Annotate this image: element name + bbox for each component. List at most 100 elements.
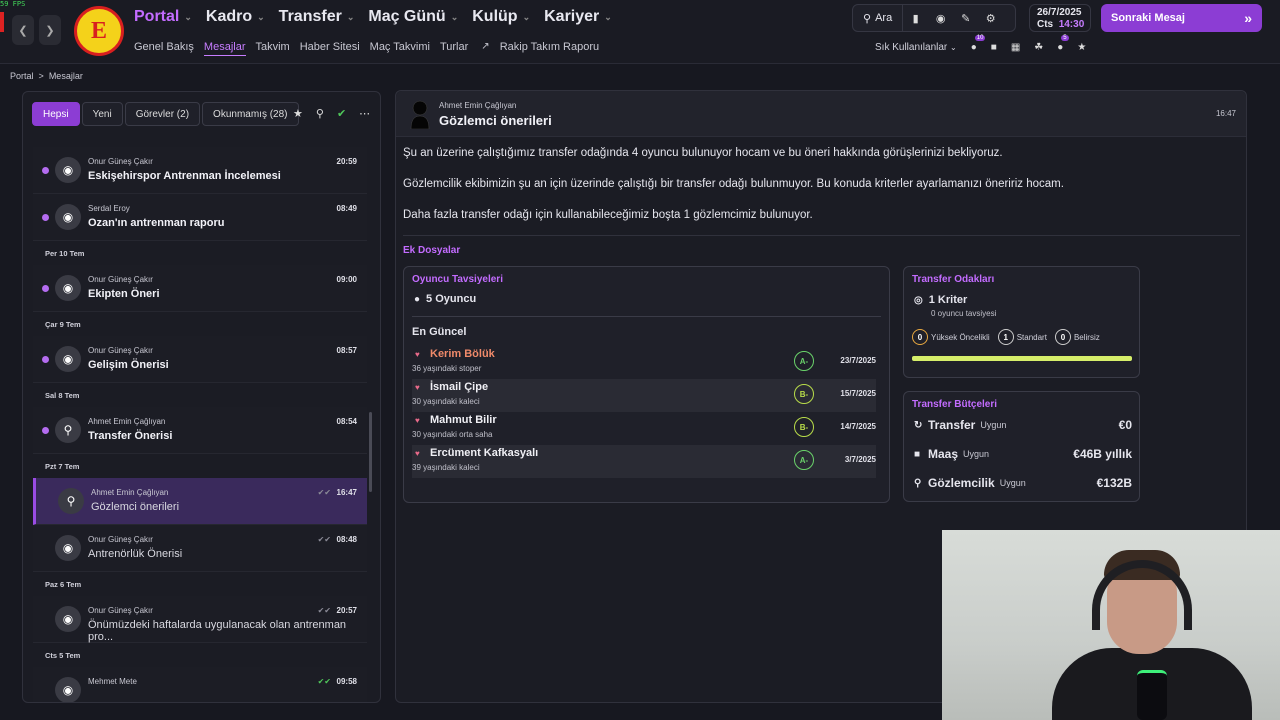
message-item[interactable]: ⚲ Ahmet Emin Çağlıyan Transfer Önerisi 08:5… [33, 407, 367, 454]
priority-label: Yüksek Öncelikli [931, 332, 990, 342]
message-time: 08:57 [336, 346, 357, 355]
card-title: Transfer Odakları [912, 274, 995, 285]
nav-portal[interactable]: Portal ⌄ [134, 8, 192, 26]
player-description: 39 yaşındaki kaleci [412, 463, 480, 472]
refresh-icon: ↻ [914, 419, 923, 431]
subnav-item[interactable]: Rakip Takım Raporu [500, 41, 599, 56]
read-check-icon: ✔✔ [317, 606, 331, 615]
message-item[interactable]: ◉ Serdal Eroy Ozan'ın antrenman raporu 08:4… [33, 194, 367, 241]
external-link-icon: ↗ [481, 41, 490, 52]
nav-label: Portal [134, 8, 180, 25]
next-message-button[interactable]: Sonraki Mesaj » [1101, 4, 1262, 32]
message-item[interactable]: ◉ Onur Güneş Çakır Ekipten Öneri 09:00 [33, 265, 367, 312]
star-icon[interactable]: ★ [293, 107, 303, 120]
subnav-item[interactable]: Turlar [440, 41, 468, 56]
more-icon[interactable]: ⋯ [359, 107, 370, 120]
recommendation-count: 0 oyuncu tavsiyesi [931, 309, 997, 318]
scouting-shortcut[interactable]: ● 5 [1057, 35, 1069, 53]
heart-icon: ♥ [415, 449, 420, 458]
kit-shortcut[interactable]: ■ [991, 42, 997, 53]
budget-row[interactable]: ↻ Transfer Uygun €0 [914, 418, 1132, 432]
player-name[interactable]: Kerim Bölük [430, 348, 495, 360]
budget-row[interactable]: ■ Maaş Uygun €46B yıllık [914, 447, 1132, 461]
trophy-icon: ★ [1077, 42, 1087, 53]
message-item[interactable]: ◉ Onur Güneş Çakır Antrenörlük Önerisi ✔✔ 08… [33, 525, 367, 572]
filter-tab[interactable]: Okunmamış (28) [202, 102, 299, 126]
date-header: Per 10 Tem [33, 241, 367, 265]
player-name[interactable]: İsmail Çipe [430, 381, 488, 393]
transfer-focus-card[interactable]: Transfer Odakları ◎ 1 Kriter 0 oyuncu tav… [903, 266, 1140, 378]
message-time: 09:58 [336, 677, 357, 686]
date-header: Çar 9 Tem [33, 312, 367, 336]
nav-label: Transfer [278, 8, 342, 25]
player-description: 30 yaşındaki orta saha [412, 430, 493, 439]
forward-button[interactable]: ❯ [39, 15, 61, 45]
trophy-shortcut[interactable]: ★ [1077, 42, 1086, 53]
message-from: Onur Güneş Çakır [88, 606, 153, 615]
transfer-budgets-card[interactable]: Transfer Bütçeleri ↻ Transfer Uygun €0 ■ Maaş… [903, 391, 1140, 502]
game-date[interactable]: 26/7/2025 Cts 14:30 [1029, 4, 1091, 32]
player-row[interactable]: ♥ Ercüment Kafkasyalı 39 yaşındaki kaleci A… [412, 445, 876, 478]
back-button[interactable]: ❮ [12, 15, 34, 45]
person-icon: ● [414, 293, 421, 305]
message-time: 08:48 [336, 535, 357, 544]
globe-button[interactable]: ◉ [928, 5, 953, 31]
message-item[interactable]: ◉ Onur Güneş Çakır Önümüzdeki haftalarda u… [33, 596, 367, 643]
message-time: 16:47 [1215, 109, 1236, 118]
inbox-scrollbar[interactable] [369, 412, 372, 492]
club-logo[interactable]: E [74, 6, 124, 56]
chevron-down-icon: ⌄ [522, 11, 531, 22]
breadcrumb-root[interactable]: Portal [10, 71, 34, 81]
tactics-shortcut[interactable]: ☘ [1034, 42, 1043, 53]
favorites-dropdown[interactable]: Sık Kullanılanlar ⌄ [875, 42, 957, 53]
bookmark-button[interactable]: ▮ [903, 5, 928, 31]
card-shortcut[interactable]: ▦ [1011, 42, 1020, 53]
subnav-item[interactable]: Maç Takvimi [370, 41, 430, 56]
nav-kariyer[interactable]: Kariyer ⌄ [544, 8, 612, 26]
player-row[interactable]: ♥ Mahmut Bilir 30 yaşındaki orta saha B- 14/… [412, 412, 876, 445]
player-name[interactable]: Ercüment Kafkasyalı [430, 447, 538, 459]
message-item[interactable]: ◉ Onur Güneş Çakır Eskişehirspor Antrenman… [33, 147, 367, 194]
gear-icon: ⚙ [985, 12, 996, 25]
read-check-icon: ✔✔ [317, 677, 331, 686]
message-subject: Antrenörlük Önerisi [88, 548, 183, 560]
mark-read-icon[interactable]: ✔ [337, 107, 346, 120]
subnav-item[interactable]: Mesajlar [203, 41, 246, 56]
message-item[interactable]: ◉ Onur Güneş Çakır Gelişim Önerisi 08:57 [33, 336, 367, 383]
favorites-bar: Sık Kullanılanlar ⌄ ● 10 ■ ▦ ☘ ● 5 ★ [875, 35, 1086, 53]
nav-label: Kulüp [472, 8, 518, 25]
record-indicator [0, 12, 4, 32]
filter-tab[interactable]: Hepsi [32, 102, 80, 126]
nav-label: Kadro [205, 8, 253, 25]
edit-button[interactable]: ✎ [953, 5, 978, 31]
nav-magn[interactable]: Maç Günü ⌄ [368, 8, 458, 26]
player-row[interactable]: ♥ İsmail Çipe 30 yaşındaki kaleci B- 15/7/20… [412, 379, 876, 412]
settings-button[interactable]: ⚙ [978, 5, 1003, 31]
player-row[interactable]: ♥ Kerim Bölük 36 yaşındaki stoper A- 23/7/20… [412, 346, 876, 379]
player-recommendations-card[interactable]: Oyuncu Tavsiyeleri ● 5 Oyuncu En Güncel ♥… [403, 266, 890, 503]
search-icon[interactable]: ⚲ [316, 107, 324, 120]
time-text: 14:30 [1058, 19, 1085, 30]
subnav-item[interactable]: Genel Bakış [134, 41, 194, 56]
message-item[interactable]: ⚲ Ahmet Emin Çağlıyan Gözlemci önerileri ✔✔… [33, 478, 367, 525]
nav-kadro[interactable]: Kadro ⌄ [206, 8, 265, 26]
filter-tab[interactable]: Görevler (2) [124, 102, 201, 126]
player-description: 36 yaşındaki stoper [412, 364, 482, 373]
message-subject: Eskişehirspor Antrenman İncelemesi [88, 170, 281, 182]
message-from: Onur Güneş Çakır [88, 275, 153, 284]
priority-stat: 1 Standart [997, 329, 1047, 345]
nav-transfer[interactable]: Transfer ⌄ [279, 8, 355, 26]
chevron-down-icon: ⌄ [257, 11, 265, 22]
subnav-item[interactable]: Takvim [256, 41, 290, 56]
nav-kulp[interactable]: Kulüp ⌄ [472, 8, 530, 26]
search-button[interactable]: ⚲ Ara [853, 5, 904, 31]
filter-tab[interactable]: Yeni [81, 102, 123, 126]
message-from: Serdal Eroy [88, 204, 130, 213]
magnifier-icon: ⚲ [58, 488, 84, 514]
player-name[interactable]: Mahmut Bilir [430, 414, 497, 426]
shirt-icon: ■ [914, 448, 921, 460]
subnav-item[interactable]: Haber Sitesi [300, 41, 360, 56]
message-item[interactable]: ◉ Mehmet Mete ✔✔ 09:58 [33, 667, 367, 702]
budget-row[interactable]: ⚲ Gözlemcilik Uygun €132B [914, 476, 1132, 490]
inbox-shortcut[interactable]: ● 10 [971, 35, 986, 53]
